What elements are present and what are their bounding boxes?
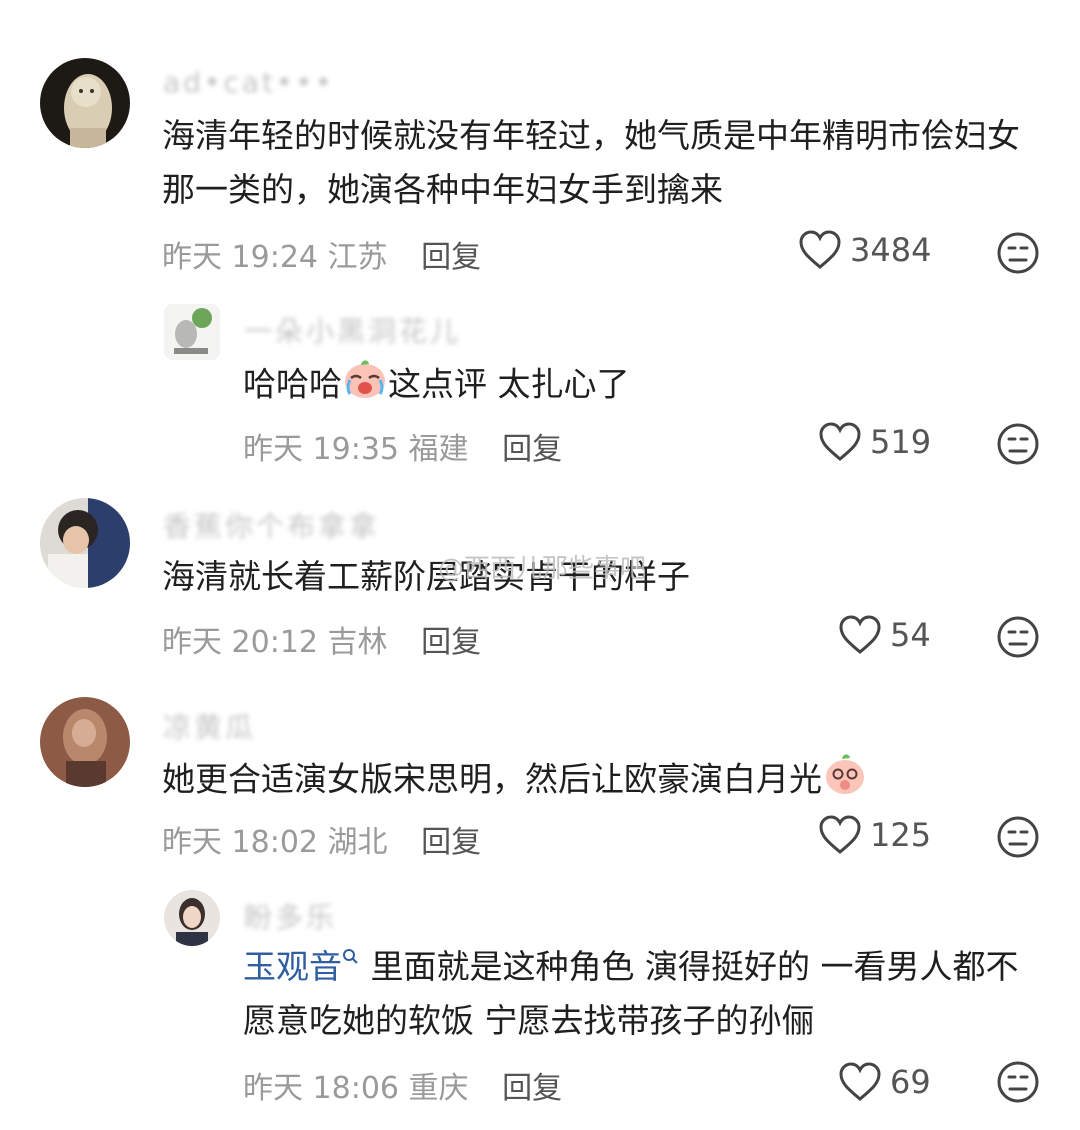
- search-icon: [343, 949, 358, 964]
- comment-text: 海清年轻的时候就没有年轻过，她气质是中年精明市侩妇女那一类的，她演各种中年妇女手…: [162, 116, 1020, 209]
- neutral-face-icon[interactable]: [996, 1060, 1040, 1104]
- comment-location: 江苏: [327, 240, 388, 275]
- username[interactable]: 一朵小黑洞花儿: [244, 310, 461, 350]
- avatar[interactable]: [40, 697, 130, 787]
- watermark: @西西儿那些事吧: [438, 554, 647, 584]
- avatar[interactable]: [164, 304, 220, 360]
- mention-text: 玉观音: [243, 947, 342, 986]
- like-button[interactable]: 519: [818, 422, 931, 462]
- like-count: 3484: [850, 231, 932, 269]
- avatar[interactable]: [40, 498, 130, 588]
- reply-button[interactable]: 回复: [421, 625, 481, 660]
- comment-location: 湖北: [327, 825, 388, 860]
- comment-time: 昨天 20:12: [162, 625, 318, 660]
- comment-meta: 昨天 19:24 江苏 回复: [162, 232, 481, 276]
- username[interactable]: ad•cat•••: [163, 66, 335, 99]
- like-button[interactable]: 54: [838, 615, 931, 655]
- neutral-face-icon[interactable]: [996, 815, 1040, 859]
- reply-button[interactable]: 回复: [502, 432, 562, 467]
- reply-button[interactable]: 回复: [502, 1071, 562, 1106]
- comment-text: 哈哈哈 这点评 太扎心了: [243, 356, 1043, 416]
- like-count: 54: [890, 616, 931, 654]
- comment-meta: 昨天 19:35 福建 回复: [243, 424, 562, 468]
- heart-outline-icon: [799, 230, 841, 269]
- comment-text: 她更合适演女版宋思明，然后让欧豪演白月光: [162, 750, 1042, 812]
- comment-text-part: 这点评 太扎心了: [388, 364, 630, 404]
- reply-button[interactable]: 回复: [421, 825, 481, 860]
- like-button[interactable]: 69: [838, 1062, 931, 1102]
- mention-link[interactable]: 玉观音: [243, 947, 360, 986]
- username[interactable]: 凉黄瓜: [163, 706, 256, 746]
- comment-text: 玉观音 里面就是这种角色 演得挺好的 一看男人都不愿意吃她的软饭 宁愿去找带孩子…: [243, 940, 1043, 1048]
- comment-location: 吉林: [327, 625, 388, 660]
- comment-meta: 昨天 18:02 湖北 回复: [162, 817, 481, 861]
- heart-outline-icon: [839, 1062, 881, 1101]
- comment-text-part: 里面就是这种角色 演得挺好的 一看男人都不愿意吃她的软饭 宁愿去找带孩子的孙俪: [243, 947, 1019, 1040]
- avatar[interactable]: [40, 58, 130, 148]
- comment-time: 昨天 19:24: [162, 240, 318, 275]
- like-button[interactable]: 125: [818, 815, 931, 855]
- heart-outline-icon: [819, 815, 861, 854]
- username[interactable]: 盼多乐: [244, 896, 337, 936]
- username[interactable]: 香蕉你个布拿拿: [163, 505, 380, 545]
- comment-text-part: 哈哈哈: [243, 364, 342, 404]
- avatar[interactable]: [164, 890, 220, 946]
- comment-text-part: 她更合适演女版宋思明，然后让欧豪演白月光: [162, 759, 822, 799]
- comment-meta: 昨天 20:12 吉林 回复: [162, 617, 481, 661]
- comment-time: 昨天 18:06: [243, 1071, 399, 1106]
- reply-button[interactable]: 回复: [421, 240, 481, 275]
- like-count: 125: [870, 816, 932, 854]
- neutral-face-icon[interactable]: [996, 615, 1040, 659]
- comment-time: 昨天 18:02: [162, 825, 318, 860]
- neutral-face-icon[interactable]: [996, 422, 1040, 466]
- like-count: 519: [870, 423, 932, 461]
- like-button[interactable]: 3484: [798, 230, 931, 270]
- heart-outline-icon: [839, 615, 881, 654]
- like-count: 69: [890, 1063, 931, 1101]
- comment-meta: 昨天 18:06 重庆 回复: [243, 1063, 562, 1107]
- crying-laughing-emoji: [342, 356, 388, 416]
- heart-outline-icon: [819, 422, 861, 461]
- shy-peach-emoji: [822, 750, 868, 812]
- comment-location: 福建: [408, 432, 469, 467]
- comment-time: 昨天 19:35: [243, 432, 399, 467]
- neutral-face-icon[interactable]: [996, 231, 1040, 275]
- comment-location: 重庆: [408, 1071, 469, 1106]
